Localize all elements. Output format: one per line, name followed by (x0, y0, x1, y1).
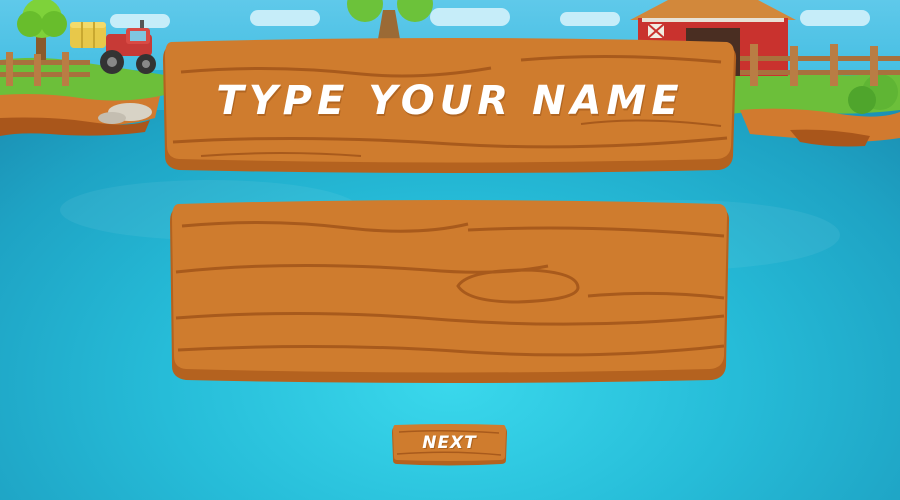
cloud (430, 8, 510, 26)
next-button-label: NEXT (422, 433, 477, 453)
game-scene: TYPE YOUR NAME NEXT (0, 0, 900, 500)
cloud (250, 10, 320, 26)
cloud (800, 10, 870, 26)
next-button[interactable]: NEXT (391, 424, 508, 466)
name-input[interactable] (195, 225, 709, 357)
cloud (560, 12, 620, 26)
screen-title: TYPE YOUR NAME (216, 78, 684, 124)
tractor-icon (100, 20, 156, 74)
